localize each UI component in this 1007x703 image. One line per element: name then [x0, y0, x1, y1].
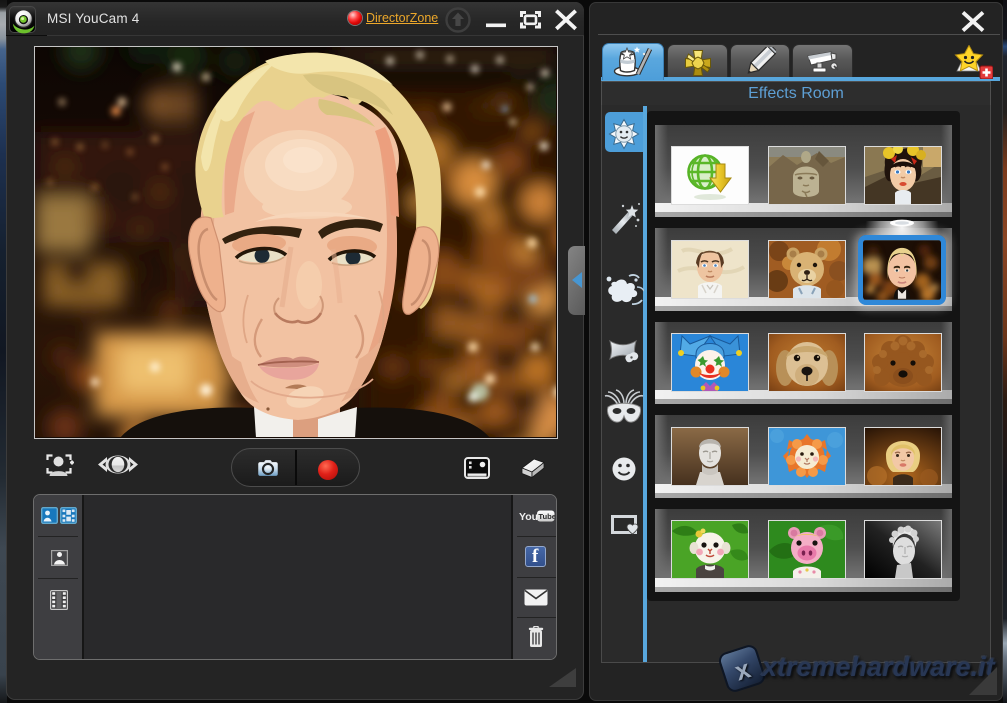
- svg-text:Tube: Tube: [538, 512, 555, 521]
- svg-text:You: You: [519, 511, 538, 523]
